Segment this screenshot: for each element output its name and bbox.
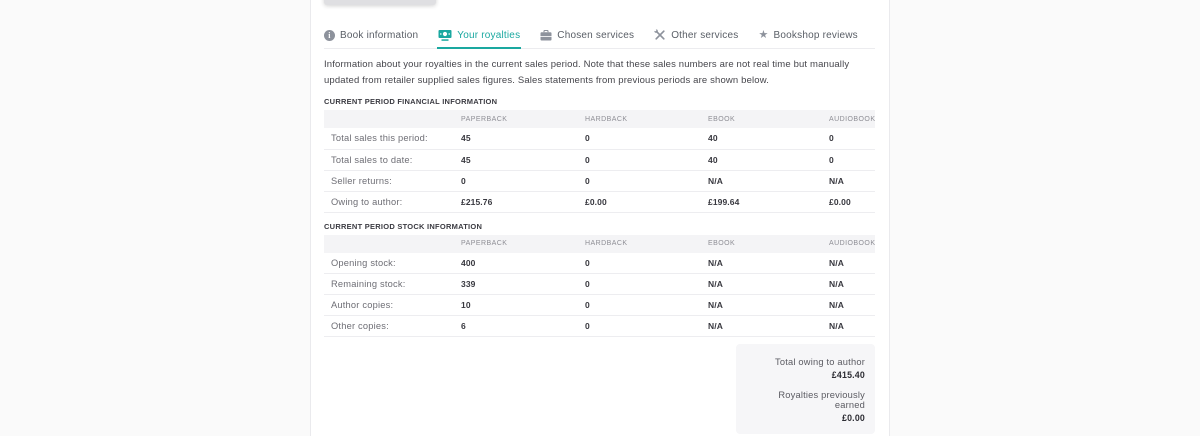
summary-value: £415.40 [831, 370, 865, 380]
table-row: Author copies: 10 0 N/A N/A [324, 294, 875, 316]
table-row: Owing to author: £215.76 £0.00 £199.64 £… [324, 191, 875, 213]
tab-label: Book information [340, 30, 419, 41]
tab-label: Other services [671, 29, 739, 41]
stock-section-title: CURRENT PERIOD STOCK INFORMATION [324, 221, 483, 231]
financial-header-row: PAPERBACK HARDBACK EBOOK AUDIOBOOK [324, 110, 875, 128]
cell-value: N/A [708, 315, 829, 337]
tab-other-services[interactable]: Other services [654, 29, 738, 48]
cell-value: £0.00 [829, 191, 875, 213]
summary-label: Total owing to author [775, 357, 865, 367]
tab-book-information[interactable]: Book information [324, 30, 418, 48]
summary-item-previously-earned: Royalties previously earned £0.00 [746, 390, 865, 423]
table-row: Seller returns: 0 0 N/A N/A [324, 170, 875, 192]
tab-bar: Book information Your royalties [324, 0, 875, 49]
row-label: Remaining stock: [324, 273, 461, 295]
row-label: Other copies: [324, 315, 461, 337]
cell-value: 0 [585, 170, 708, 192]
column-header-ebook: EBOOK [708, 234, 829, 253]
tab-label: Bookshop reviews [773, 30, 858, 41]
tab-bookshop-reviews[interactable]: Bookshop reviews [758, 30, 858, 48]
column-header-audiobook: AUDIOBOOK [829, 110, 875, 128]
briefcase-icon [540, 30, 552, 41]
stock-header-row: PAPERBACK HARDBACK EBOOK AUDIOBOOK [324, 234, 875, 253]
financial-section-title: CURRENT PERIOD FINANCIAL INFORMATION [324, 97, 498, 106]
table-row: Other copies: 6 0 N/A N/A [324, 315, 875, 337]
table-row: Total sales to date: 45 0 40 0 [324, 149, 875, 171]
cell-value: £0.00 [585, 191, 708, 213]
tab-label: Chosen services [557, 30, 635, 41]
table-row: Remaining stock: 339 0 N/A N/A [324, 273, 875, 295]
cell-value: N/A [829, 315, 875, 337]
summary-value: £0.00 [841, 413, 865, 423]
cutoff-top-element [324, 0, 436, 5]
cell-value: 0 [585, 128, 708, 150]
royalties-summary-box: Total owing to author £415.40 Royalties … [736, 344, 875, 434]
cell-value: 45 [461, 149, 585, 171]
cell-value: 6 [461, 315, 585, 337]
royalties-panel: Book information Your royalties [310, 0, 890, 436]
column-header-paperback: PAPERBACK [461, 234, 585, 253]
cell-value: 0 [585, 294, 708, 316]
table-row: Opening stock: 400 0 N/A N/A [324, 252, 875, 274]
tab-chosen-services[interactable]: Chosen services [540, 30, 634, 48]
cell-value: 339 [461, 273, 585, 295]
cell-value: 0 [585, 252, 708, 274]
column-header [324, 110, 461, 128]
cell-value: 0 [585, 149, 708, 171]
row-label: Author copies: [324, 294, 461, 316]
cell-value: 0 [829, 149, 875, 171]
column-header [324, 234, 461, 253]
column-header-ebook: EBOOK [708, 110, 829, 128]
cell-value: N/A [829, 273, 875, 295]
panel-content: Book information Your royalties [311, 0, 889, 436]
cell-value: N/A [708, 170, 829, 192]
tools-icon [654, 29, 666, 41]
row-label: Seller returns: [324, 170, 461, 192]
cell-value: 0 [461, 170, 585, 192]
row-label: Opening stock: [324, 252, 461, 274]
cell-value: N/A [829, 294, 875, 316]
summary-item-total-owing: Total owing to author £415.40 [746, 357, 865, 380]
cell-value: 45 [461, 128, 585, 150]
column-header-paperback: PAPERBACK [461, 110, 585, 128]
table-row: Total sales this period: 45 0 40 0 [324, 128, 875, 150]
column-header-hardback: HARDBACK [585, 234, 708, 253]
tab-label: Your royalties [457, 29, 521, 41]
cell-value: N/A [829, 252, 875, 274]
cell-value: 0 [585, 315, 708, 337]
cell-value: 0 [829, 128, 875, 150]
cell-value: 400 [461, 252, 585, 274]
cell-value: N/A [829, 170, 875, 192]
cell-value: N/A [708, 273, 829, 295]
cell-value: N/A [708, 294, 829, 316]
row-label: Total sales this period: [324, 128, 461, 150]
column-header-audiobook: AUDIOBOOK [829, 234, 875, 253]
summary-label: Royalties previously earned [778, 390, 865, 410]
cell-value: 40 [708, 128, 829, 150]
stock-table: PAPERBACK HARDBACK EBOOK AUDIOBOOK Openi… [324, 234, 875, 337]
tab-your-royalties[interactable]: Your royalties [437, 29, 522, 49]
banknote-icon [438, 29, 452, 41]
row-label: Owing to author: [324, 191, 461, 213]
cell-value: £215.76 [461, 191, 585, 213]
cell-value: £199.64 [708, 191, 829, 213]
column-header-hardback: HARDBACK [585, 110, 708, 128]
cell-value: 10 [461, 294, 585, 316]
royalties-intro-text: Information about your royalties in the … [324, 59, 850, 86]
cell-value: N/A [708, 252, 829, 274]
cell-value: 0 [585, 273, 708, 295]
cell-value: 40 [708, 149, 829, 171]
financial-table: PAPERBACK HARDBACK EBOOK AUDIOBOOK Total… [324, 110, 875, 213]
row-label: Total sales to date: [324, 149, 461, 171]
star-icon [758, 30, 768, 41]
info-icon [324, 30, 335, 41]
